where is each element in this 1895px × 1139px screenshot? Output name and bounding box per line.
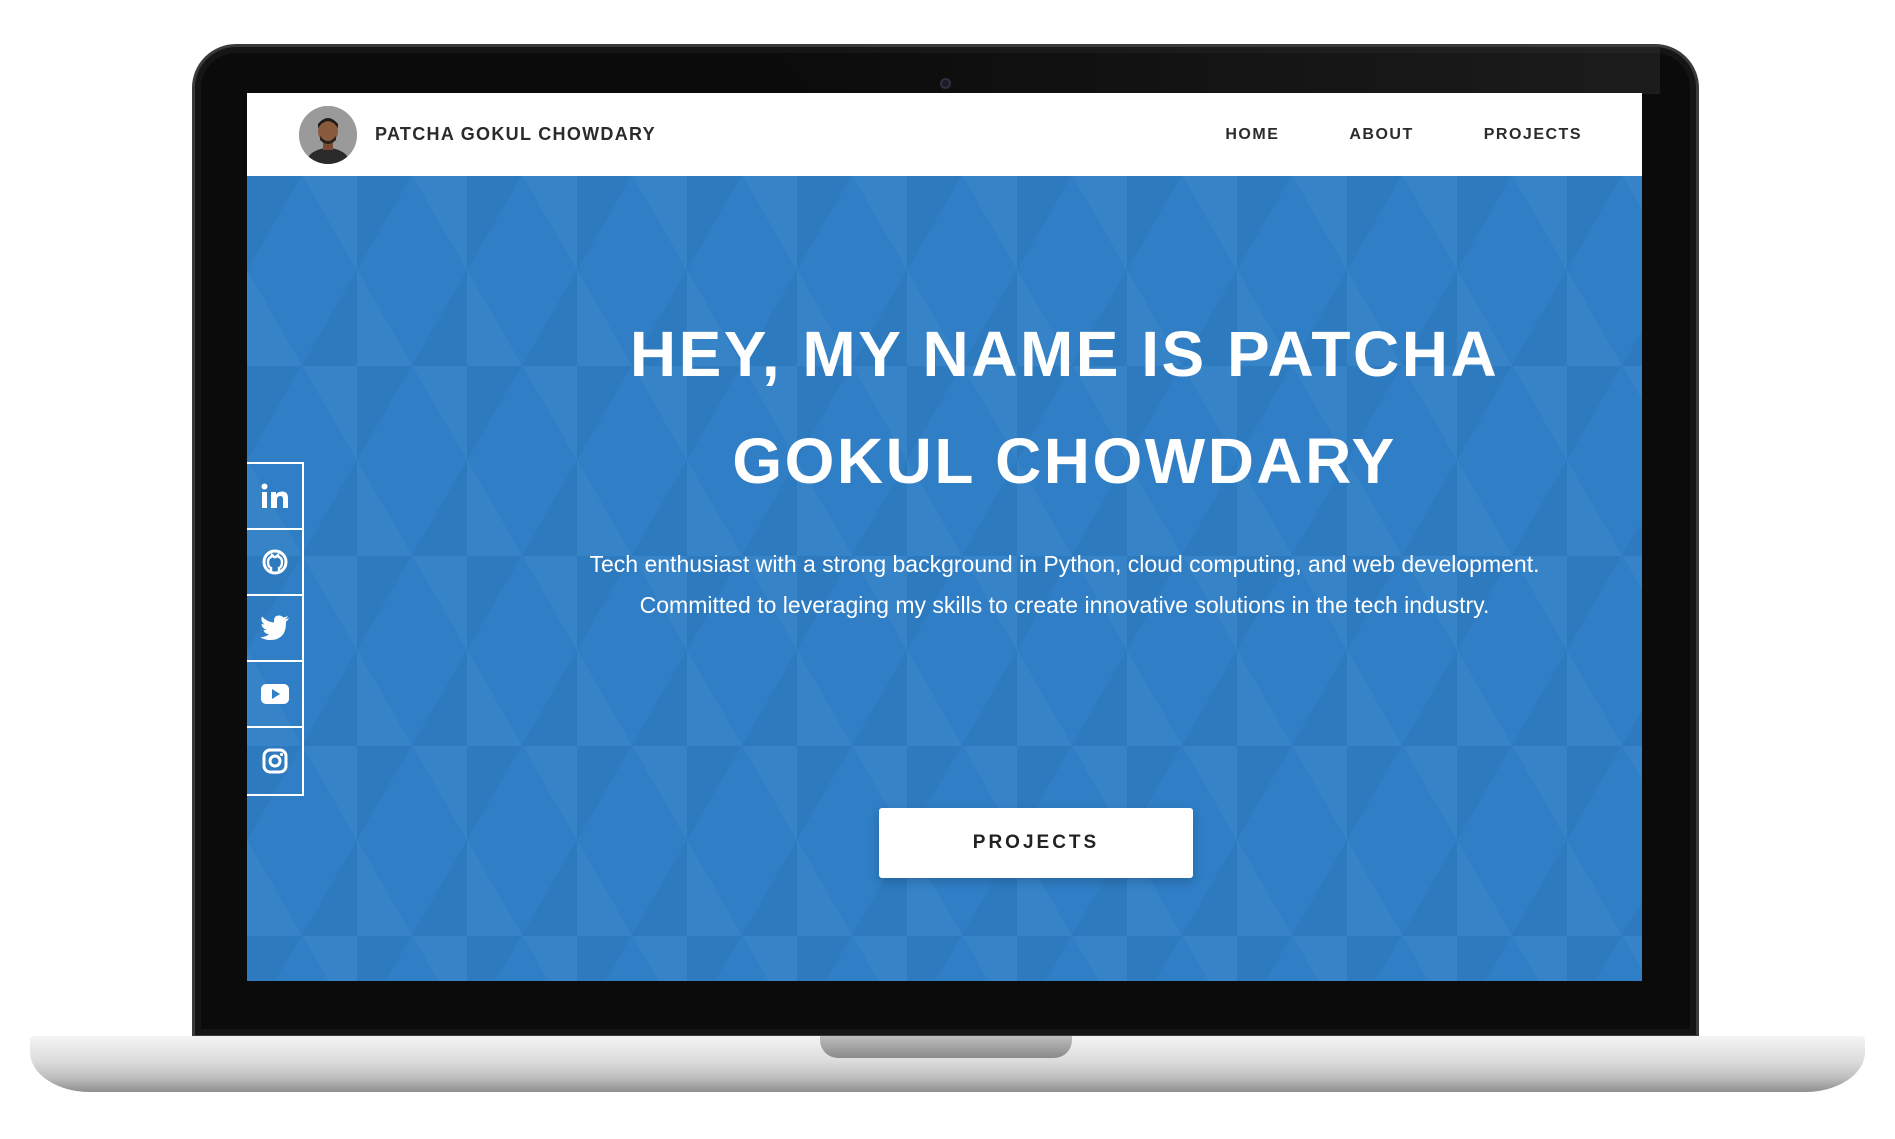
navbar: PATCHA GOKUL CHOWDARY HOME ABOUT PROJECT… — [247, 93, 1642, 176]
youtube-icon — [260, 684, 289, 704]
avatar[interactable] — [299, 105, 357, 164]
webcam — [940, 78, 951, 89]
github-icon — [262, 549, 287, 575]
hero-title-line-2: GOKUL CHOWDARY — [732, 425, 1397, 497]
hero-description: Tech enthusiast with a strong background… — [589, 551, 1540, 618]
social-link-instagram[interactable] — [247, 728, 302, 794]
instagram-icon — [262, 748, 287, 774]
social-link-linkedin[interactable] — [247, 464, 302, 530]
brand-name[interactable]: PATCHA GOKUL CHOWDARY — [375, 124, 656, 145]
nav-projects-link[interactable]: PROJECTS — [1484, 126, 1582, 144]
linkedin-icon — [261, 483, 288, 508]
social-link-github[interactable] — [247, 530, 302, 596]
profile-photo — [299, 105, 357, 164]
projects-button[interactable]: PROJECTS — [879, 808, 1193, 878]
laptop-opening-notch — [820, 1036, 1072, 1058]
social-link-youtube[interactable] — [247, 662, 302, 728]
twitter-icon — [259, 615, 289, 640]
nav-about-link[interactable]: ABOUT — [1349, 126, 1413, 144]
hero-section: HEY, MY NAME IS PATCHA GOKUL CHOWDARY Te… — [247, 176, 1642, 981]
hero-title: HEY, MY NAME IS PATCHA GOKUL CHOWDARY — [507, 301, 1622, 515]
bezel-reflection — [760, 44, 1660, 94]
hero-title-line-1: HEY, MY NAME IS PATCHA — [629, 318, 1500, 390]
social-sidebar — [247, 462, 304, 796]
laptop-screen: PATCHA GOKUL CHOWDARY HOME ABOUT PROJECT… — [247, 93, 1642, 981]
social-link-twitter[interactable] — [247, 596, 302, 662]
nav-links: HOME ABOUT PROJECTS — [1225, 126, 1582, 144]
nav-home-link[interactable]: HOME — [1225, 126, 1279, 144]
